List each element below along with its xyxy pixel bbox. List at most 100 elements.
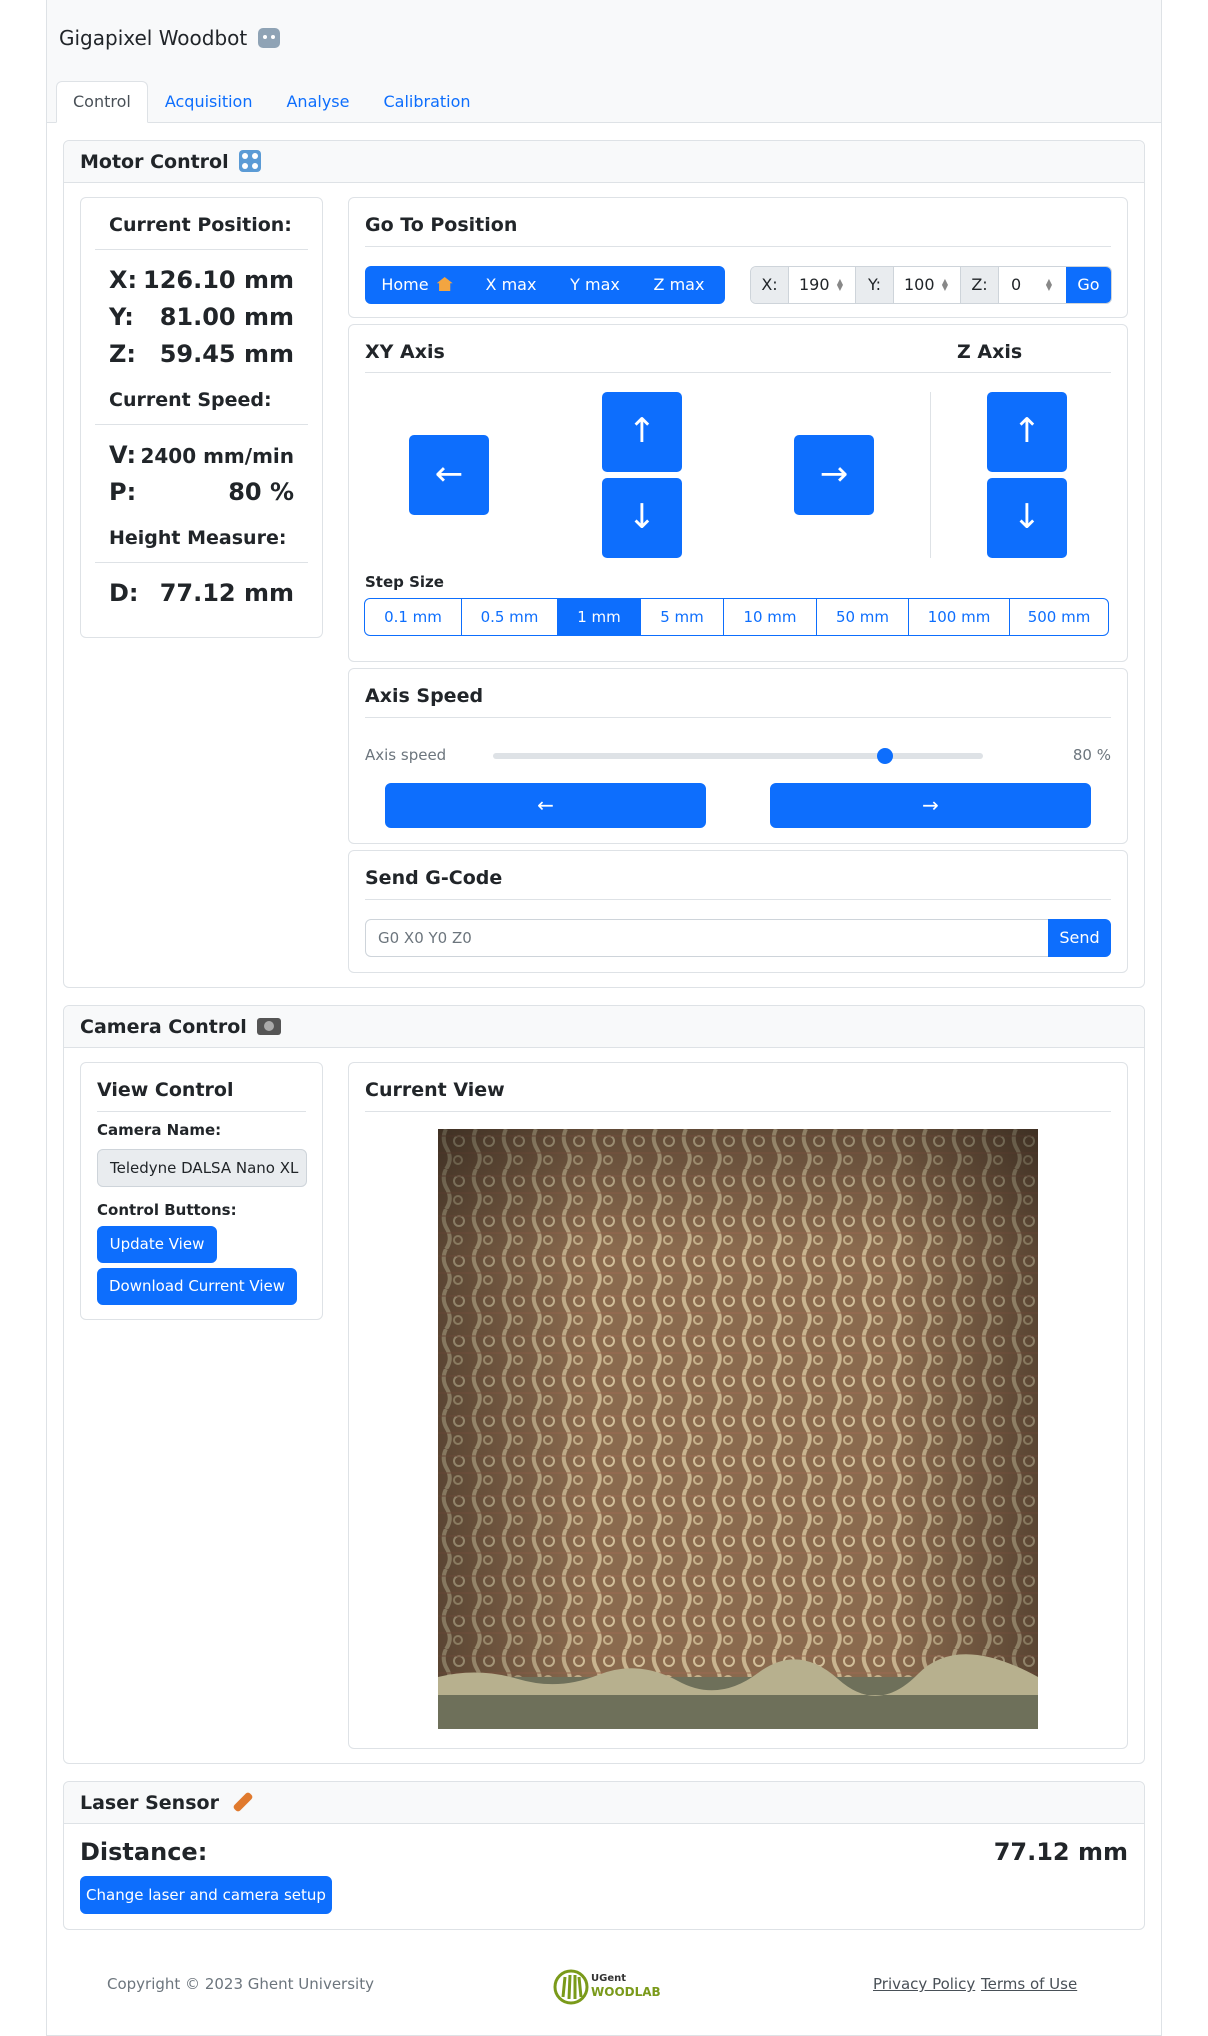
percent-value: 80 % (228, 478, 294, 506)
goto-x-label: X: (751, 267, 789, 303)
speed-left-button[interactable]: ← (385, 783, 706, 828)
axis-speed-panel: Axis Speed Axis speed 80 % ← → (348, 668, 1128, 844)
app-title: Gigapixel Woodbot (59, 26, 280, 50)
z-position-value: 59.45 mm (159, 340, 294, 368)
step-option[interactable]: 5 mm (641, 599, 724, 635)
app-title-text: Gigapixel Woodbot (59, 26, 248, 50)
house-icon (436, 277, 453, 291)
distance-value: 77.12 mm (993, 1838, 1128, 1866)
camera-control-card: Camera Control View Control Camera Name:… (63, 1005, 1145, 1764)
slider-thumb[interactable] (877, 748, 893, 764)
goto-x-value: 190 (799, 275, 830, 294)
camera-name-field: Teledyne DALSA Nano XL (97, 1149, 307, 1187)
spinner-icon: ▲ ▼ (941, 277, 948, 292)
height-value: 77.12 mm (159, 579, 294, 607)
tab-control[interactable]: Control (56, 81, 148, 123)
tab-calibration[interactable]: Calibration (366, 81, 487, 123)
download-view-button[interactable]: Download Current View (97, 1268, 297, 1305)
quick-move-group: Home X max Y max Z max (365, 266, 725, 304)
axis-speed-title: Axis Speed (365, 685, 1111, 718)
logo-ugent-text: UGent (591, 1973, 627, 1984)
camera-icon (257, 1018, 282, 1035)
camera-control-header: Camera Control (64, 1006, 1144, 1048)
z-up-button[interactable]: ↑ (987, 392, 1067, 472)
home-label: Home (381, 275, 429, 294)
coordinate-input-group: X: 190 ▲ ▼ Y: 100 ▲ ▼ Z: 0 ▲ ▼ Go (750, 266, 1112, 304)
distance-label: Distance: (80, 1838, 208, 1866)
camera-name-value: Teledyne DALSA Nano XL (110, 1159, 299, 1177)
goto-z-value: 0 (1011, 275, 1022, 294)
tab-acquisition[interactable]: Acquisition (148, 81, 270, 123)
y-label: Y: (109, 303, 134, 331)
step-size-group: 0.1 mm 0.5 mm 1 mm 5 mm 10 mm 50 mm 100 … (364, 598, 1109, 636)
z-down-button[interactable]: ↓ (987, 478, 1067, 558)
robot-icon (257, 28, 280, 48)
copyright-text: Copyright © 2023 Ghent University (107, 1975, 374, 1993)
camera-control-title: Camera Control (80, 1016, 247, 1038)
goto-z-input[interactable]: 0 ▲ ▼ (999, 267, 1066, 303)
step-option[interactable]: 500 mm (1010, 599, 1108, 635)
x-position-value: 126.10 mm (143, 266, 294, 294)
current-position-title: Current Position: (95, 214, 308, 250)
update-view-button[interactable]: Update View (97, 1226, 217, 1263)
z-label: Z: (109, 340, 136, 368)
gcode-placeholder: G0 X0 Y0 Z0 (378, 929, 472, 947)
goto-x-input[interactable]: 190 ▲ ▼ (789, 267, 856, 303)
motor-control-card: Motor Control Current Position: X: 126.1… (63, 140, 1145, 988)
move-left-button[interactable]: ← (409, 435, 489, 515)
woodlab-logo-mark (553, 1969, 589, 2005)
laser-sensor-title: Laser Sensor (80, 1792, 219, 1814)
goto-y-label: Y: (856, 267, 894, 303)
speed-right-button[interactable]: → (770, 783, 1091, 828)
gcode-panel: Send G-Code G0 X0 Y0 Z0 Send (348, 850, 1128, 973)
step-option[interactable]: 100 mm (909, 599, 1010, 635)
step-option[interactable]: 50 mm (817, 599, 909, 635)
move-right-button[interactable]: → (794, 435, 874, 515)
axis-divider (930, 392, 931, 558)
axis-speed-label: Axis speed (365, 746, 447, 764)
home-button[interactable]: Home (365, 266, 469, 304)
footer: Copyright © 2023 Ghent University UGent … (47, 1955, 1161, 2025)
position-panel: Current Position: X: 126.10 mm Y: 81.00 … (80, 197, 323, 638)
step-option[interactable]: 10 mm (724, 599, 817, 635)
current-speed-title: Current Speed: (95, 389, 308, 425)
d-label: D: (109, 579, 139, 607)
step-size-label: Step Size (365, 573, 444, 591)
step-option[interactable]: 0.1 mm (365, 599, 462, 635)
p-label: P: (109, 478, 137, 506)
step-option[interactable]: 0.5 mm (462, 599, 558, 635)
change-setup-button[interactable]: Change laser and camera setup (80, 1876, 332, 1914)
z-axis-title: Z Axis (957, 341, 1023, 363)
laser-sensor-header: Laser Sensor (64, 1782, 1144, 1824)
view-control-title: View Control (97, 1079, 306, 1112)
step-option-selected[interactable]: 1 mm (558, 599, 641, 635)
motor-control-header: Motor Control (64, 141, 1144, 183)
v-label: V: (109, 441, 137, 469)
gcode-title: Send G-Code (365, 867, 1111, 900)
flashlight-icon (231, 1791, 254, 1813)
goto-y-input[interactable]: 100 ▲ ▼ (894, 267, 961, 303)
go-button[interactable]: Go (1066, 267, 1111, 303)
x-label: X: (109, 266, 138, 294)
send-gcode-button[interactable]: Send (1048, 919, 1111, 957)
tab-bar: Control Acquisition Analyse Calibration (56, 81, 488, 123)
ymax-button[interactable]: Y max (553, 266, 637, 304)
move-forward-button[interactable]: ↑ (602, 392, 682, 472)
zmax-button[interactable]: Z max (637, 266, 721, 304)
axis-speed-value: 80 % (1072, 746, 1111, 764)
axis-panel: XY Axis Z Axis ← ↑ ↓ → ↑ ↓ Step Size 0.1… (348, 324, 1128, 662)
axis-speed-slider[interactable] (493, 748, 983, 764)
tab-analyse[interactable]: Analyse (269, 81, 366, 123)
spinner-icon: ▲ ▼ (836, 277, 843, 292)
goto-panel: Go To Position Home X max Y max Z max X:… (348, 197, 1128, 318)
y-position-value: 81.00 mm (159, 303, 294, 331)
xmax-button[interactable]: X max (469, 266, 553, 304)
gcode-input[interactable]: G0 X0 Y0 Z0 (365, 919, 1049, 957)
goto-z-label: Z: (961, 267, 999, 303)
move-back-button[interactable]: ↓ (602, 478, 682, 558)
height-measure-title: Height Measure: (95, 527, 308, 563)
navbar: Gigapixel Woodbot Control Acquisition An… (47, 0, 1161, 123)
control-buttons-label: Control Buttons: (97, 1201, 237, 1219)
privacy-policy-link[interactable]: Privacy Policy (873, 1975, 975, 1993)
terms-of-use-link[interactable]: Terms of Use (981, 1975, 1077, 1993)
